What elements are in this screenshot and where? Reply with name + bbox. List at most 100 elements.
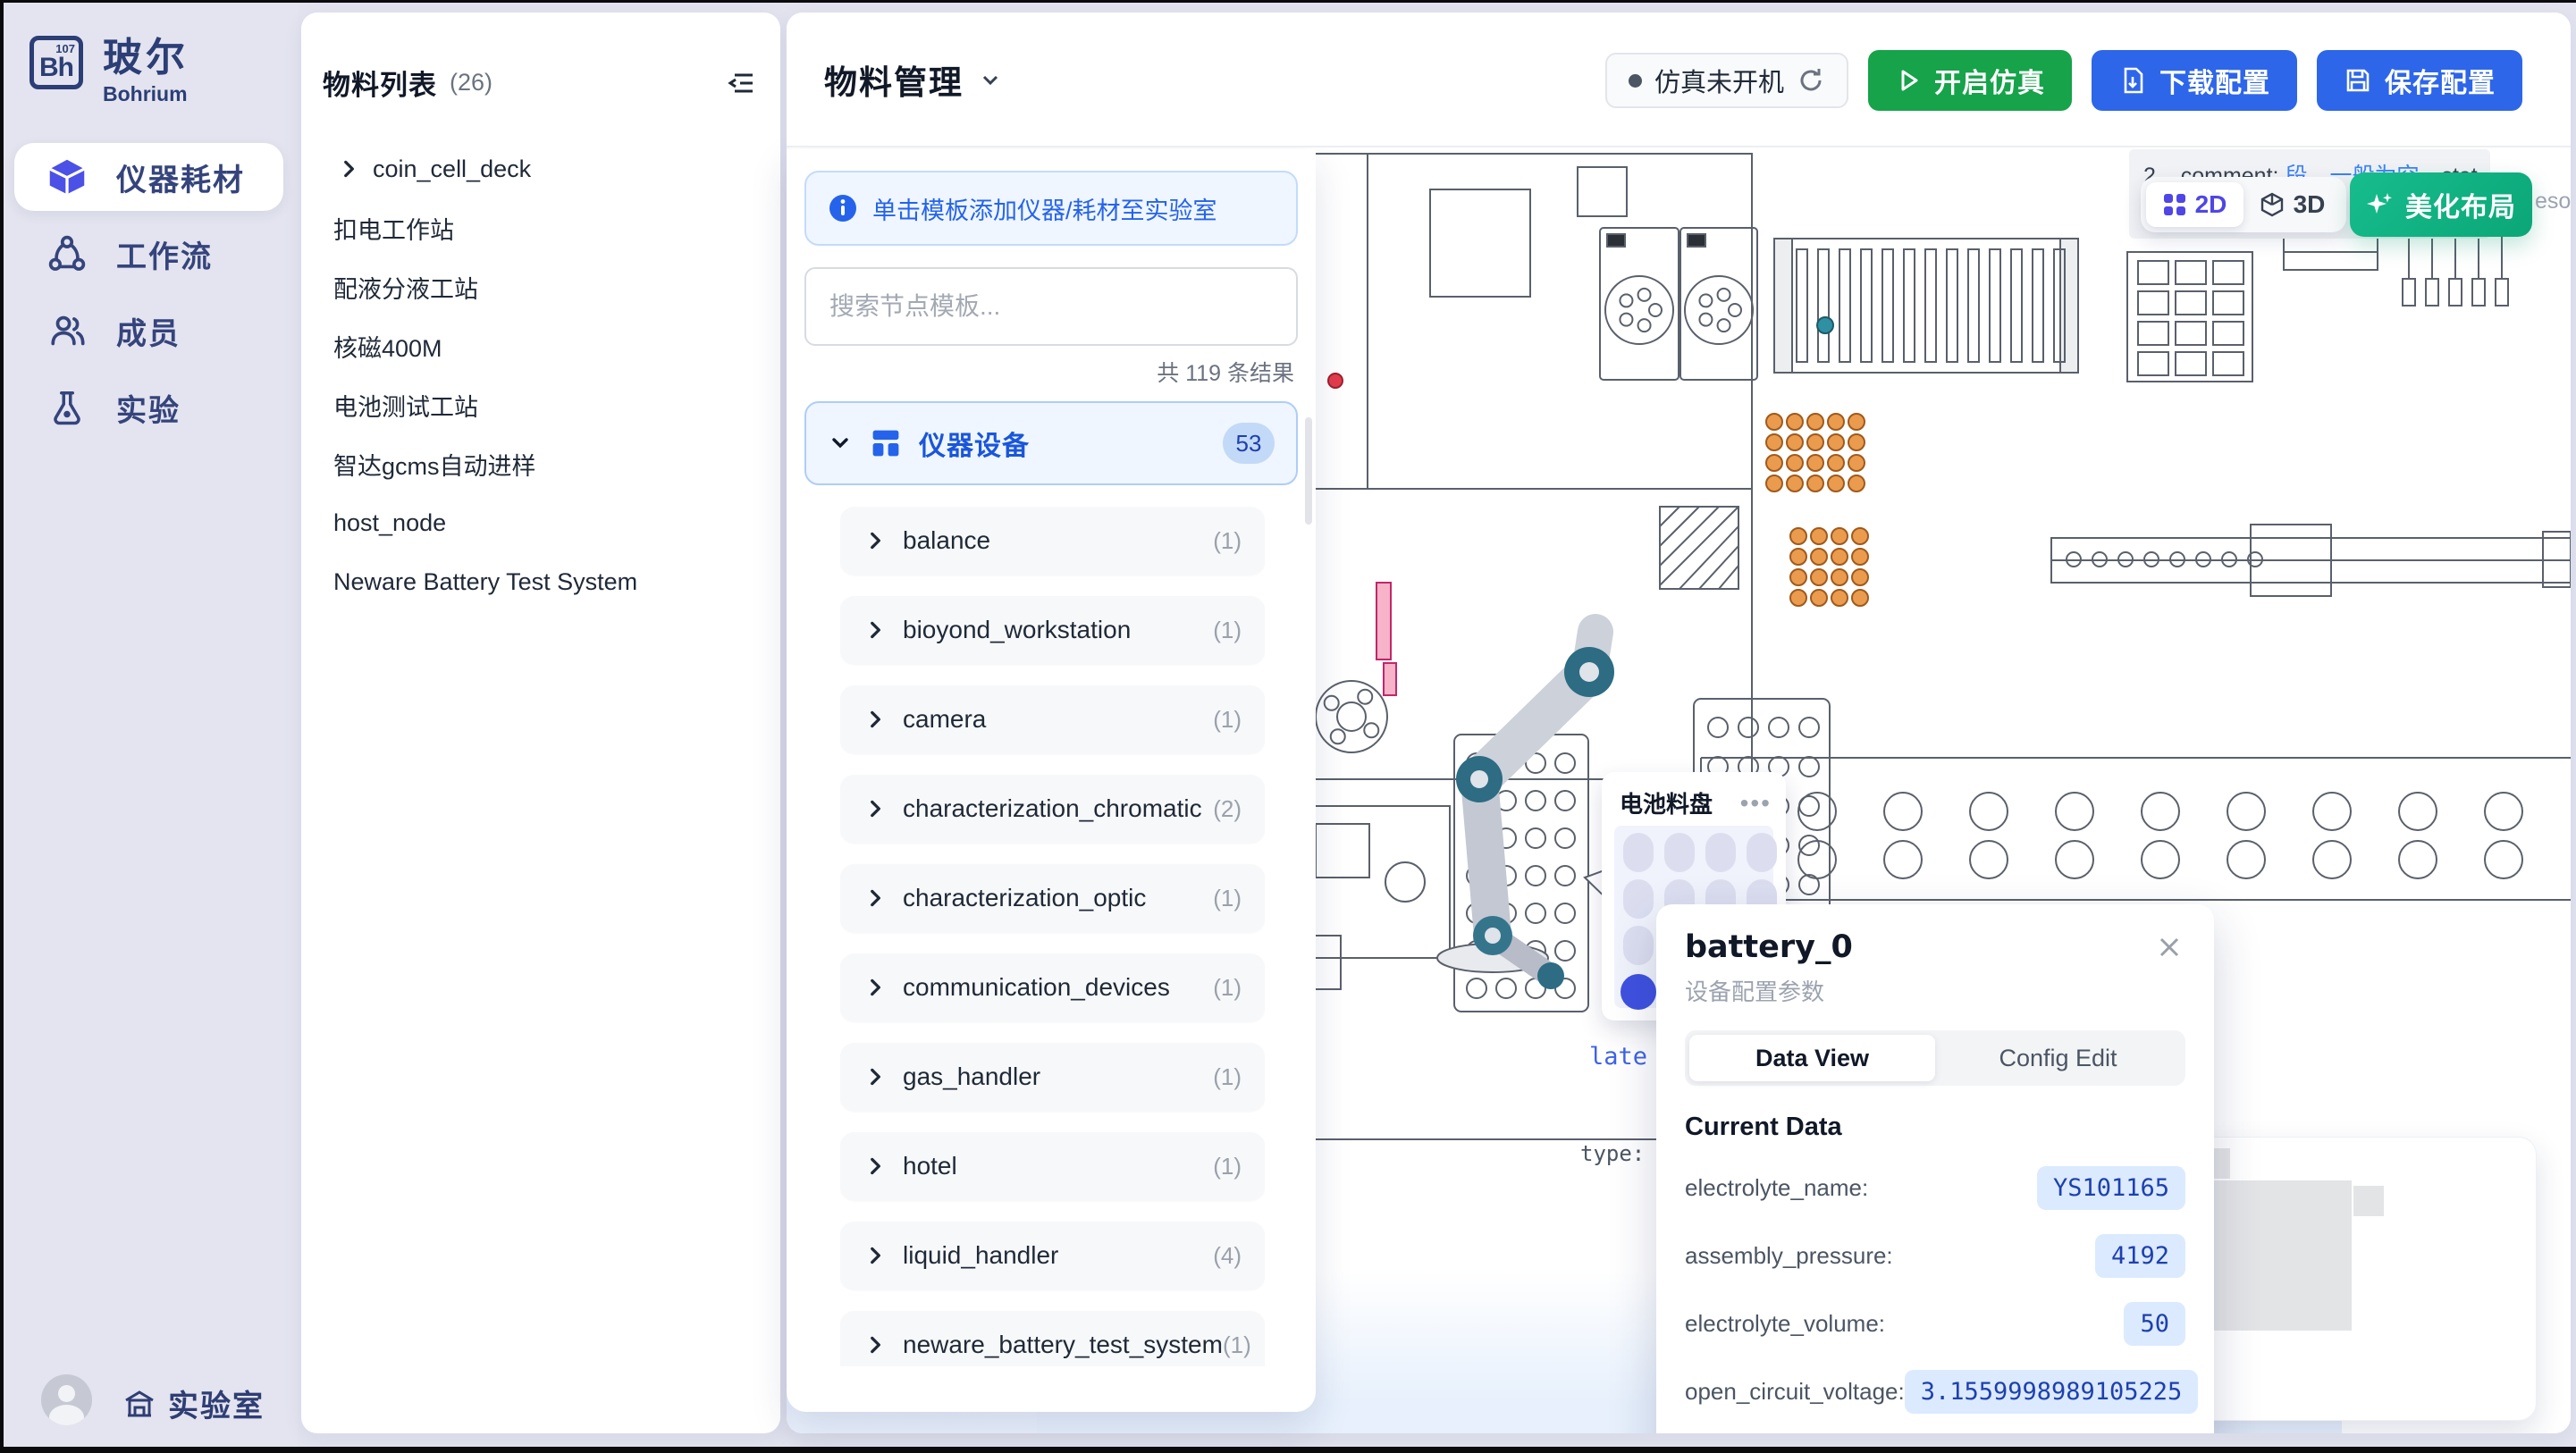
template-item-count: (1) [1213,706,1242,734]
brand-name-en: Bohrium [103,82,189,106]
battery-slot[interactable] [1747,833,1777,872]
battery-tray-title: 电池料盘 [1620,786,1713,819]
material-item[interactable]: 扣电工作站 [301,198,780,257]
simulation-status-pill[interactable]: 仿真未开机 [1605,53,1848,108]
data-row-label: electrolyte_name: [1685,1174,1868,1202]
toggle-3d[interactable]: 3D [2243,182,2341,227]
template-item-label: characterization_optic [903,884,1146,912]
beautify-layout-label: 美化布局 [2405,185,2516,224]
sidebar-item-label: 仪器耗材 [116,155,245,199]
download-file-icon [2118,66,2147,95]
sidebar-item-workflow[interactable]: 工作流 [14,220,283,288]
template-item-bioyond_workstation[interactable]: bioyond_workstation(1) [840,596,1265,664]
beautify-layout-button[interactable]: 美化布局 [2350,172,2532,237]
template-item-camera[interactable]: camera (1) [840,685,1265,753]
material-item[interactable]: 电池测试工站 [301,375,780,434]
search-input[interactable] [829,292,1273,321]
result-count: 共 119 条结果 [804,360,1294,387]
main-header: 物料管理 仿真未开机 开启仿真 [787,13,2571,147]
template-search[interactable] [804,267,1298,346]
material-item[interactable]: 智达gcms自动进样 [301,434,780,493]
template-item-count: (1) [1223,1331,1251,1359]
close-icon[interactable] [2151,929,2187,965]
battery-slot[interactable] [1623,926,1654,965]
page-title-dropdown[interactable]: 物料管理 [824,55,1003,104]
sidebar-footer: 实验室 [0,1374,298,1428]
data-row: electrolyte_name: YS101165 [1685,1163,2185,1212]
tab-config-edit[interactable]: Config Edit [1935,1035,2181,1081]
tab-data-view[interactable]: Data View [1689,1035,1935,1081]
template-item-gas_handler[interactable]: gas_handler (1) [840,1043,1265,1111]
material-item[interactable]: 配液分液工站 [301,257,780,316]
template-item-count: (2) [1213,795,1242,823]
bohrium-logo-icon: 107 Bh [29,36,83,89]
sidebar-item-experiment[interactable]: 实验 [14,374,283,441]
battery-slot[interactable] [1664,833,1695,872]
template-item-count: (1) [1213,974,1242,1002]
save-config-button[interactable]: 保存配置 [2317,50,2522,111]
members-icon [46,310,88,351]
template-item-balance[interactable]: balance(1) [840,507,1265,575]
battery-slot[interactable] [1623,879,1654,919]
more-options-icon[interactable]: ••• [1740,799,1772,808]
template-item-hotel[interactable]: hotel(1) [840,1132,1265,1200]
template-item-label: hotel [903,1152,957,1180]
popup-tabs: Data ViewConfig Edit [1685,1030,2185,1086]
template-item-characterization_chromatic[interactable]: characterization_chromatic(2) [840,775,1265,843]
material-list-title: 物料列表 [323,63,437,103]
sidebar-item-instruments[interactable]: 仪器耗材 [14,143,283,211]
template-item-label: liquid_handler [903,1241,1058,1270]
material-item[interactable]: coin_cell_deck [301,139,780,198]
popup-title: battery_0 [1685,929,2185,965]
start-simulation-button[interactable]: 开启仿真 [1868,50,2072,111]
toggle-2d[interactable]: 2D [2146,182,2243,227]
view-mode-toggle: 2D 3D [2141,177,2346,232]
refresh-icon[interactable] [1797,66,1825,95]
cad-dial-machines [1600,228,1757,380]
sidebar-item-lab[interactable]: 实验室 [123,1382,265,1425]
sidebar-item-label: 成员 [116,309,181,353]
template-item-liquid_handler[interactable]: liquid_handler(4) [840,1222,1265,1289]
template-item-label: neware_battery_test_system [903,1331,1223,1359]
battery-slot[interactable] [1623,833,1654,872]
material-item[interactable]: Neware Battery Test System [301,552,780,611]
grid-2d-icon [2163,193,2186,216]
user-avatar[interactable] [41,1374,92,1425]
cube-icon [46,156,88,197]
template-item-label: camera [903,705,986,734]
template-item-label: bioyond_workstation [903,616,1131,644]
template-item-label: gas_handler [903,1062,1040,1091]
material-list-panel: 物料列表 (26) coin_cell_deck扣电工作站配液分液工站核磁400… [301,13,780,1433]
page-title: 物料管理 [824,55,964,104]
lab-building-icon [123,1388,156,1420]
template-panel: 单击模板添加仪器/耗材至实验室 共 119 条结果 仪器设备 53 balanc… [787,149,1316,1412]
collapse-panel-icon[interactable] [725,65,761,101]
status-dot-icon [1629,74,1642,88]
material-item-label: host_node [333,509,446,537]
cube-3d-icon [2260,192,2285,217]
screen-edge-top [0,0,2576,3]
scrollbar-thumb[interactable] [1305,417,1312,525]
category-label: 仪器设备 [919,424,1030,463]
template-item-count: (1) [1213,1063,1242,1091]
template-item-communication_devices[interactable]: communication_devices(1) [840,953,1265,1021]
cad-conveyor [1774,239,2078,373]
download-config-button[interactable]: 下载配置 [2092,50,2297,111]
template-item-label: balance [903,526,990,555]
material-item-label: coin_cell_deck [373,155,531,183]
material-item[interactable]: 核磁400M [301,316,780,375]
data-row-value: YS101165 [2037,1166,2185,1210]
battery-slot[interactable] [1705,833,1736,872]
chevron-right-icon [863,618,887,642]
data-row-value: 4192 [2095,1234,2185,1278]
material-item[interactable]: host_node [301,493,780,552]
template-item-neware_battery_test_system[interactable]: neware_battery_test_system(1) [840,1311,1265,1366]
download-config-label: 下载配置 [2159,61,2270,100]
battery-slot-selected[interactable] [1621,974,1656,1010]
chevron-right-icon [337,157,360,181]
data-row: assembly_pressure:4192 [1685,1231,2185,1280]
template-item-characterization_optic[interactable]: characterization_optic(1) [840,864,1265,932]
category-instruments[interactable]: 仪器设备 53 [804,401,1298,485]
sidebar-item-members[interactable]: 成员 [14,297,283,365]
workflow-icon [46,233,88,274]
